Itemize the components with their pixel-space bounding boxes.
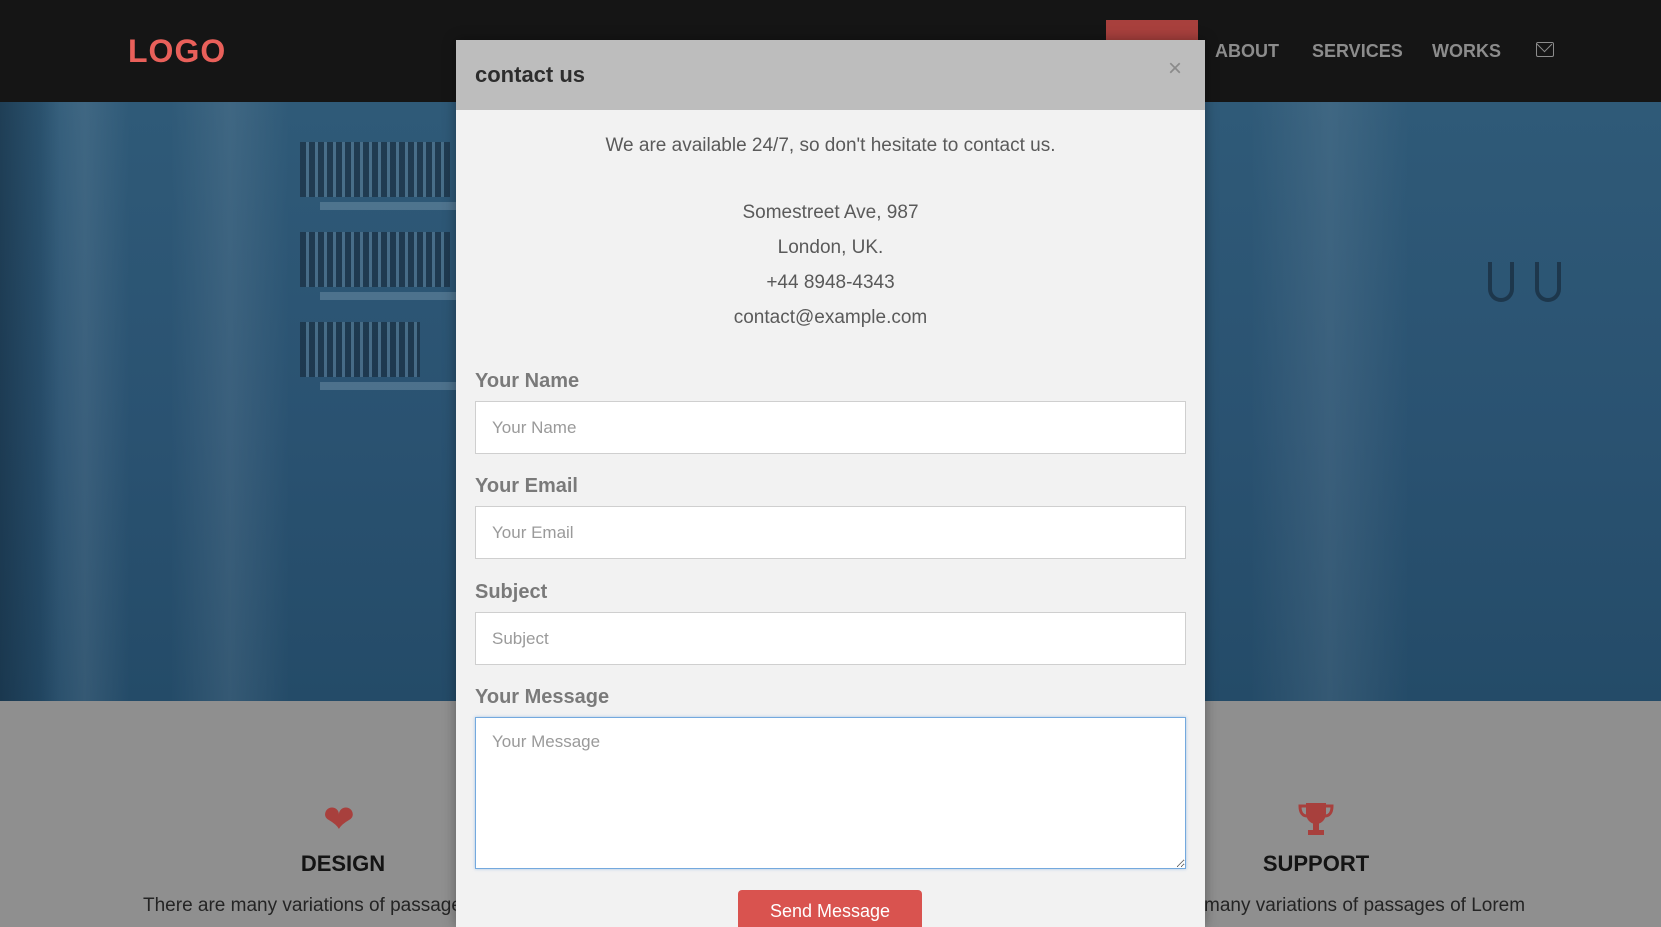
feature-text-design: There are many variations of passage: [143, 895, 462, 916]
nav-item-about[interactable]: ABOUT: [1215, 41, 1279, 62]
coat-hook-decor: [1488, 262, 1514, 302]
feature-title-design: DESIGN: [300, 851, 386, 876]
curtain-decor: [170, 102, 290, 701]
name-label: Your Name: [475, 370, 580, 392]
address-line: Somestreet Ave, 987: [742, 202, 919, 223]
bookshelf-decor: [300, 322, 420, 377]
bookshelf-decor: [300, 232, 450, 287]
trophy-icon: [1296, 801, 1336, 844]
site-logo[interactable]: LOGO: [128, 33, 226, 70]
subject-input[interactable]: [475, 612, 1186, 665]
name-input[interactable]: [475, 401, 1186, 454]
shelf-decor: [320, 382, 460, 390]
send-message-button[interactable]: Send Message: [738, 890, 922, 927]
close-icon[interactable]: ×: [1168, 57, 1182, 81]
subject-label: Subject: [475, 581, 548, 603]
message-label: Your Message: [475, 686, 610, 708]
curtain-decor: [1250, 102, 1410, 701]
feature-title-support: SUPPORT: [1262, 851, 1370, 876]
shelf-decor: [320, 202, 460, 210]
address-line: London, UK.: [777, 237, 884, 258]
shelf-decor: [320, 292, 460, 300]
contact-modal: contact us × We are available 24/7, so d…: [456, 40, 1205, 927]
email-input[interactable]: [475, 506, 1186, 559]
feature-text-support: many variations of passages of Lorem: [1204, 895, 1526, 916]
bookshelf-decor: [300, 142, 450, 197]
coat-hook-decor: [1535, 262, 1561, 302]
contact-email: contact@example.com: [733, 307, 928, 328]
contact-intro-text: We are available 24/7, so don't hesitate…: [605, 135, 1056, 156]
modal-header: contact us ×: [456, 40, 1205, 110]
envelope-icon[interactable]: [1536, 42, 1554, 57]
message-textarea[interactable]: [475, 717, 1186, 869]
email-label: Your Email: [475, 475, 578, 497]
modal-title: contact us: [475, 62, 586, 87]
nav-item-works[interactable]: WORKS: [1432, 41, 1501, 62]
curtain-decor: [40, 102, 130, 701]
heart-icon: ❤: [323, 799, 355, 841]
phone-number: +44 8948-4343: [766, 272, 895, 293]
nav-item-services[interactable]: SERVICES: [1312, 41, 1403, 62]
